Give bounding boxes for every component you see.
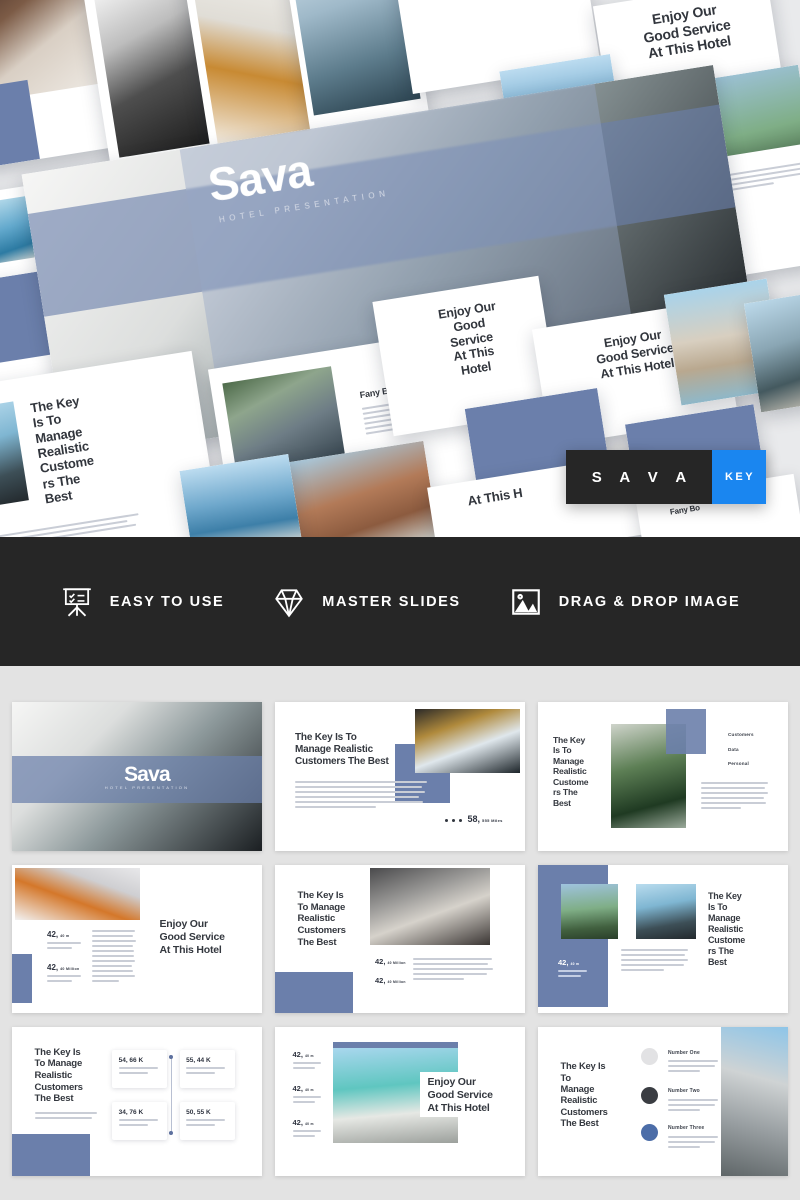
slide9-icon-1 <box>640 1048 658 1066</box>
slide-thumbnail-grid: Sava HOTEL PRESENTATION The Key Is To Ma… <box>0 666 800 1200</box>
slide9-icon-2 <box>640 1086 658 1104</box>
slide4-title: Enjoy Our Good Service At This Hotel <box>159 918 225 956</box>
slide5-stat-1: 42, 40 Million <box>375 956 406 966</box>
feature-drag-drop-image: DRAG & DROP IMAGE <box>509 585 741 619</box>
feature-easy-to-use: EASY TO USE <box>60 585 225 619</box>
sava-badge-key-text: KEY <box>724 471 756 483</box>
slide7-card-1[interactable]: 54, 66 K <box>112 1049 167 1089</box>
hero-preview-collage: Enjoy Our Good Service At This Hotel Sav… <box>0 0 800 537</box>
slide8-stat-2: 42, 40 m <box>292 1083 314 1093</box>
slide4-stat-2-unit: 40 Million <box>60 966 80 971</box>
slide7-card-4[interactable]: 50, 55 K <box>179 1101 235 1141</box>
slide-enjoy-stats[interactable]: 42, 40 m 42, 40 Million Enjoy Our Good Ser… <box>12 864 262 1014</box>
hero-enjoy-headline: Enjoy Our Good Service At This Hotel <box>642 1 733 62</box>
slide9-item-3-label: Number Three <box>668 1125 705 1132</box>
sava-badge-key-panel: KEY <box>712 450 766 504</box>
slide2-stat-unit: 555 Miles <box>482 818 503 824</box>
slide5-title: The Key Is To Manage Realistic Customers… <box>297 889 347 948</box>
slide7-dot-top <box>168 1054 173 1059</box>
slide-stat-cards[interactable]: The Key Is To Manage Realistic Customers… <box>12 1027 262 1176</box>
slide7-divider-line <box>170 1057 172 1135</box>
slide7-card-3[interactable]: 34, 76 K <box>112 1101 167 1141</box>
slide4-stat-1-unit: 40 m <box>60 934 70 939</box>
slide-cover[interactable]: Sava HOTEL PRESENTATION <box>12 702 262 851</box>
slide-key-image-right[interactable]: The Key Is To Manage Realistic Customers… <box>275 702 525 851</box>
hero-at-this-headline: At This H <box>466 484 524 509</box>
slide7-title: The Key Is To Manage Realistic Customers… <box>34 1046 84 1105</box>
slide3-label-data: Data <box>728 746 739 752</box>
slide-key-towels[interactable]: The Key Is To Manage Realistic Customers… <box>275 864 525 1014</box>
sava-badge-dark-panel: S A V A <box>566 450 712 504</box>
slide-cover-subtitle: HOTEL PRESENTATION <box>104 785 190 791</box>
slide5-stat-2: 42, 40 Million <box>375 976 406 986</box>
slide7-card-2-value: 55, 44 K <box>186 1056 211 1064</box>
slide3-title: The Key Is To Manage Realistic Custome r… <box>553 734 589 808</box>
presentation-board-icon <box>60 585 94 619</box>
feature-bar: EASY TO USE MASTER SLIDES DRAG & DROP IM… <box>0 537 800 666</box>
hero-key-headline: The Key Is To Manage Realistic Custome r… <box>29 393 95 507</box>
slide-enjoy-building[interactable]: 42, 40 m 42, 40 m 42, 40 m Enjoy Our Good S… <box>275 1027 525 1176</box>
slide-numbered-list[interactable]: The Key Is To Manage Realistic Customers… <box>538 1027 788 1176</box>
slide9-title: The Key Is To Manage Realistic Customers… <box>560 1060 608 1129</box>
slide3-label-customers: Customers <box>728 731 754 737</box>
sava-key-badge[interactable]: S A V A KEY <box>566 450 766 504</box>
feature-label-drag-drop-image: DRAG & DROP IMAGE <box>558 593 741 610</box>
slide6-title: The Key Is To Manage Realistic Custome r… <box>708 891 746 968</box>
slide3-label-personal: Personal <box>728 761 750 767</box>
slide2-stat: 58, 555 Miles <box>467 814 503 825</box>
slide4-stat-2: 42, 40 Million <box>47 962 80 972</box>
slide5-stat-1-unit: 40 Million <box>387 960 406 965</box>
slide6-stat-1-unit: 40 m <box>570 962 580 967</box>
slide8-stat-3-unit: 40 m <box>304 1122 314 1127</box>
slide7-card-2[interactable]: 55, 44 K <box>179 1049 235 1089</box>
slide6-stat-1: 42, 40 m <box>558 958 580 968</box>
slide8-stat-1-unit: 40 m <box>304 1053 314 1058</box>
slide7-dot-bottom <box>168 1131 173 1136</box>
slide8-stat-1: 42, 40 m <box>292 1049 314 1059</box>
slide5-stat-2-unit: 40 Million <box>387 980 406 985</box>
slide2-title: The Key Is To Manage Realistic Customers… <box>295 731 389 768</box>
slide7-card-1-value: 54, 66 K <box>118 1056 144 1064</box>
slide7-card-3-value: 34, 76 K <box>118 1108 144 1116</box>
feature-label-master-slides: MASTER SLIDES <box>322 593 461 610</box>
slide8-title: Enjoy Our Good Service At This Hotel <box>427 1076 493 1114</box>
hero-author-name-2: Fany Bo <box>669 503 701 517</box>
feature-master-slides: MASTER SLIDES <box>272 585 460 619</box>
slide-key-two-photos[interactable]: 42, 40 m The Key Is To Manage Realistic C… <box>538 864 788 1014</box>
feature-label-easy-to-use: EASY TO USE <box>109 593 225 610</box>
slide9-item-1-label: Number One <box>668 1049 701 1056</box>
slide8-stat-2-unit: 40 m <box>304 1087 314 1092</box>
slide2-pager-dots <box>445 819 462 823</box>
image-placeholder-icon <box>509 585 543 619</box>
slide8-stat-3: 42, 40 m <box>292 1118 314 1128</box>
slide9-item-2-label: Number Two <box>668 1088 700 1095</box>
slide4-stat-1: 42, 40 m <box>47 930 70 940</box>
slide-cover-title: Sava <box>124 762 171 786</box>
slide7-card-4-value: 50, 55 K <box>186 1108 211 1116</box>
slide9-icon-3 <box>640 1123 658 1141</box>
diamond-icon <box>272 585 306 619</box>
hero-enjoy-tall-headline: Enjoy Our Good Service At This Hotel <box>437 298 497 378</box>
sava-badge-brand-text: S A V A <box>591 468 694 486</box>
slide-three-labels[interactable]: The Key Is To Manage Realistic Custome r… <box>538 702 788 851</box>
